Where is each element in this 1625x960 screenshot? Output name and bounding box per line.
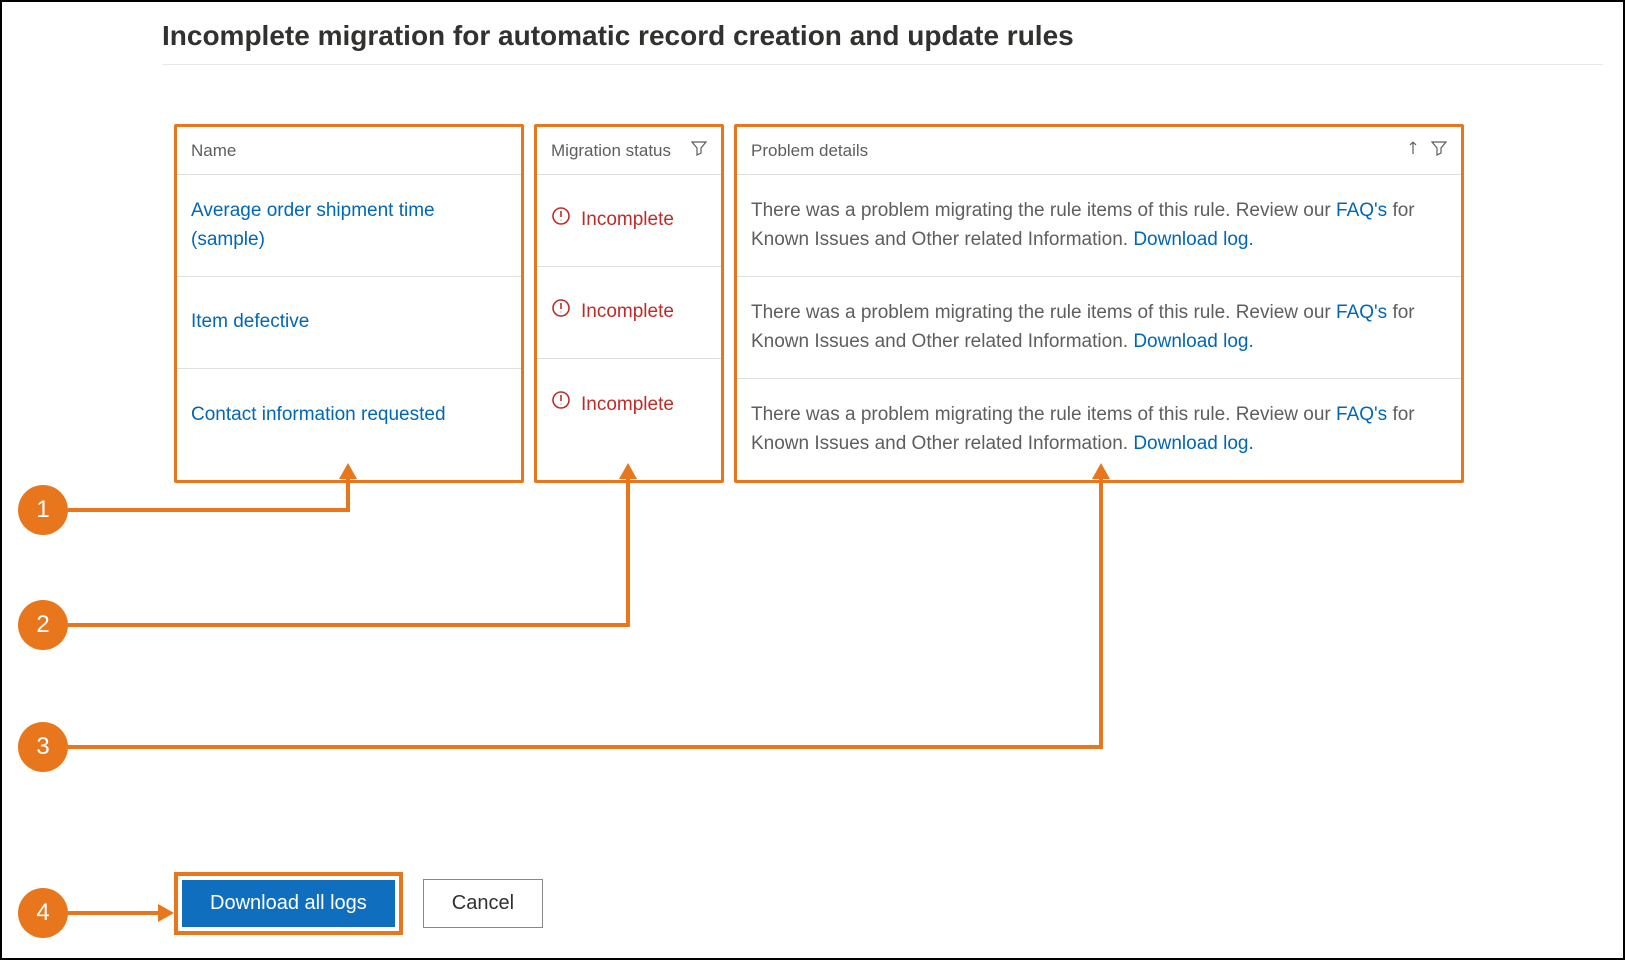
problem-text-prefix: There was a problem migrating the rule i… — [751, 200, 1336, 221]
filter-icon[interactable] — [691, 140, 707, 161]
callout-line — [68, 508, 350, 512]
app-frame: Incomplete migration for automatic recor… — [0, 0, 1625, 960]
table-row: Item defective — [177, 277, 521, 369]
download-log-link[interactable]: Download log. — [1133, 229, 1253, 250]
header-label-status: Migration status — [551, 141, 671, 161]
download-log-link[interactable]: Download log. — [1133, 433, 1253, 454]
faqs-link[interactable]: FAQ's — [1336, 404, 1387, 425]
callout-line — [68, 745, 1103, 749]
page-title: Incomplete migration for automatic recor… — [2, 2, 1623, 64]
column-header-name[interactable]: Name — [177, 127, 521, 175]
problem-text-prefix: There was a problem migrating the rule i… — [751, 404, 1336, 425]
sort-icon[interactable] — [1405, 140, 1421, 161]
column-header-problem[interactable]: Problem details — [737, 127, 1461, 175]
callout-badge-1: 1 — [18, 485, 68, 535]
rule-name-link[interactable]: Item defective — [191, 308, 309, 337]
column-name: Name Average order shipment time (sample… — [174, 124, 524, 483]
warning-icon — [551, 390, 571, 420]
status-value: Incomplete — [581, 206, 674, 235]
title-divider — [162, 64, 1603, 65]
callout-arrow — [1092, 463, 1110, 479]
callout-badge-3: 3 — [18, 722, 68, 772]
column-problem: Problem details There was a problem migr… — [734, 124, 1464, 483]
rule-name-link[interactable]: Average order shipment time (sample) — [191, 197, 507, 254]
callout-arrow — [339, 463, 357, 479]
column-header-status[interactable]: Migration status — [537, 127, 721, 175]
warning-icon — [551, 298, 571, 328]
table-row: Average order shipment time (sample) — [177, 175, 521, 277]
status-value: Incomplete — [581, 298, 674, 327]
migration-table: Name Average order shipment time (sample… — [174, 124, 1464, 483]
download-log-link[interactable]: Download log. — [1133, 331, 1253, 352]
callout-line — [346, 479, 350, 512]
callout-badge-2: 2 — [18, 600, 68, 650]
status-value: Incomplete — [581, 391, 674, 420]
problem-text-prefix: There was a problem migrating the rule i… — [751, 302, 1336, 323]
column-status: Migration status Incomplete — [534, 124, 724, 483]
callout-arrow — [158, 904, 174, 922]
table-row: Incomplete — [537, 175, 721, 267]
footer-buttons: Download all logs Cancel — [174, 872, 543, 935]
callout-arrow — [619, 463, 637, 479]
cancel-button[interactable]: Cancel — [423, 879, 543, 928]
faqs-link[interactable]: FAQ's — [1336, 302, 1387, 323]
callout-line — [68, 623, 630, 627]
callout-line — [626, 479, 630, 627]
header-label-name: Name — [191, 141, 236, 161]
callout-line — [1099, 479, 1103, 749]
table-row: There was a problem migrating the rule i… — [737, 175, 1461, 277]
download-all-logs-button[interactable]: Download all logs — [182, 880, 395, 927]
callout-badge-4: 4 — [18, 888, 68, 938]
header-label-problem: Problem details — [751, 141, 868, 161]
download-all-highlight: Download all logs — [174, 872, 403, 935]
table-row: There was a problem migrating the rule i… — [737, 277, 1461, 379]
warning-icon — [551, 206, 571, 236]
filter-icon[interactable] — [1431, 140, 1447, 161]
table-row: Incomplete — [537, 267, 721, 359]
table-row: Contact information requested — [177, 369, 521, 461]
callout-line — [68, 911, 158, 915]
rule-name-link[interactable]: Contact information requested — [191, 401, 446, 430]
faqs-link[interactable]: FAQ's — [1336, 200, 1387, 221]
table-row: Incomplete — [537, 359, 721, 451]
